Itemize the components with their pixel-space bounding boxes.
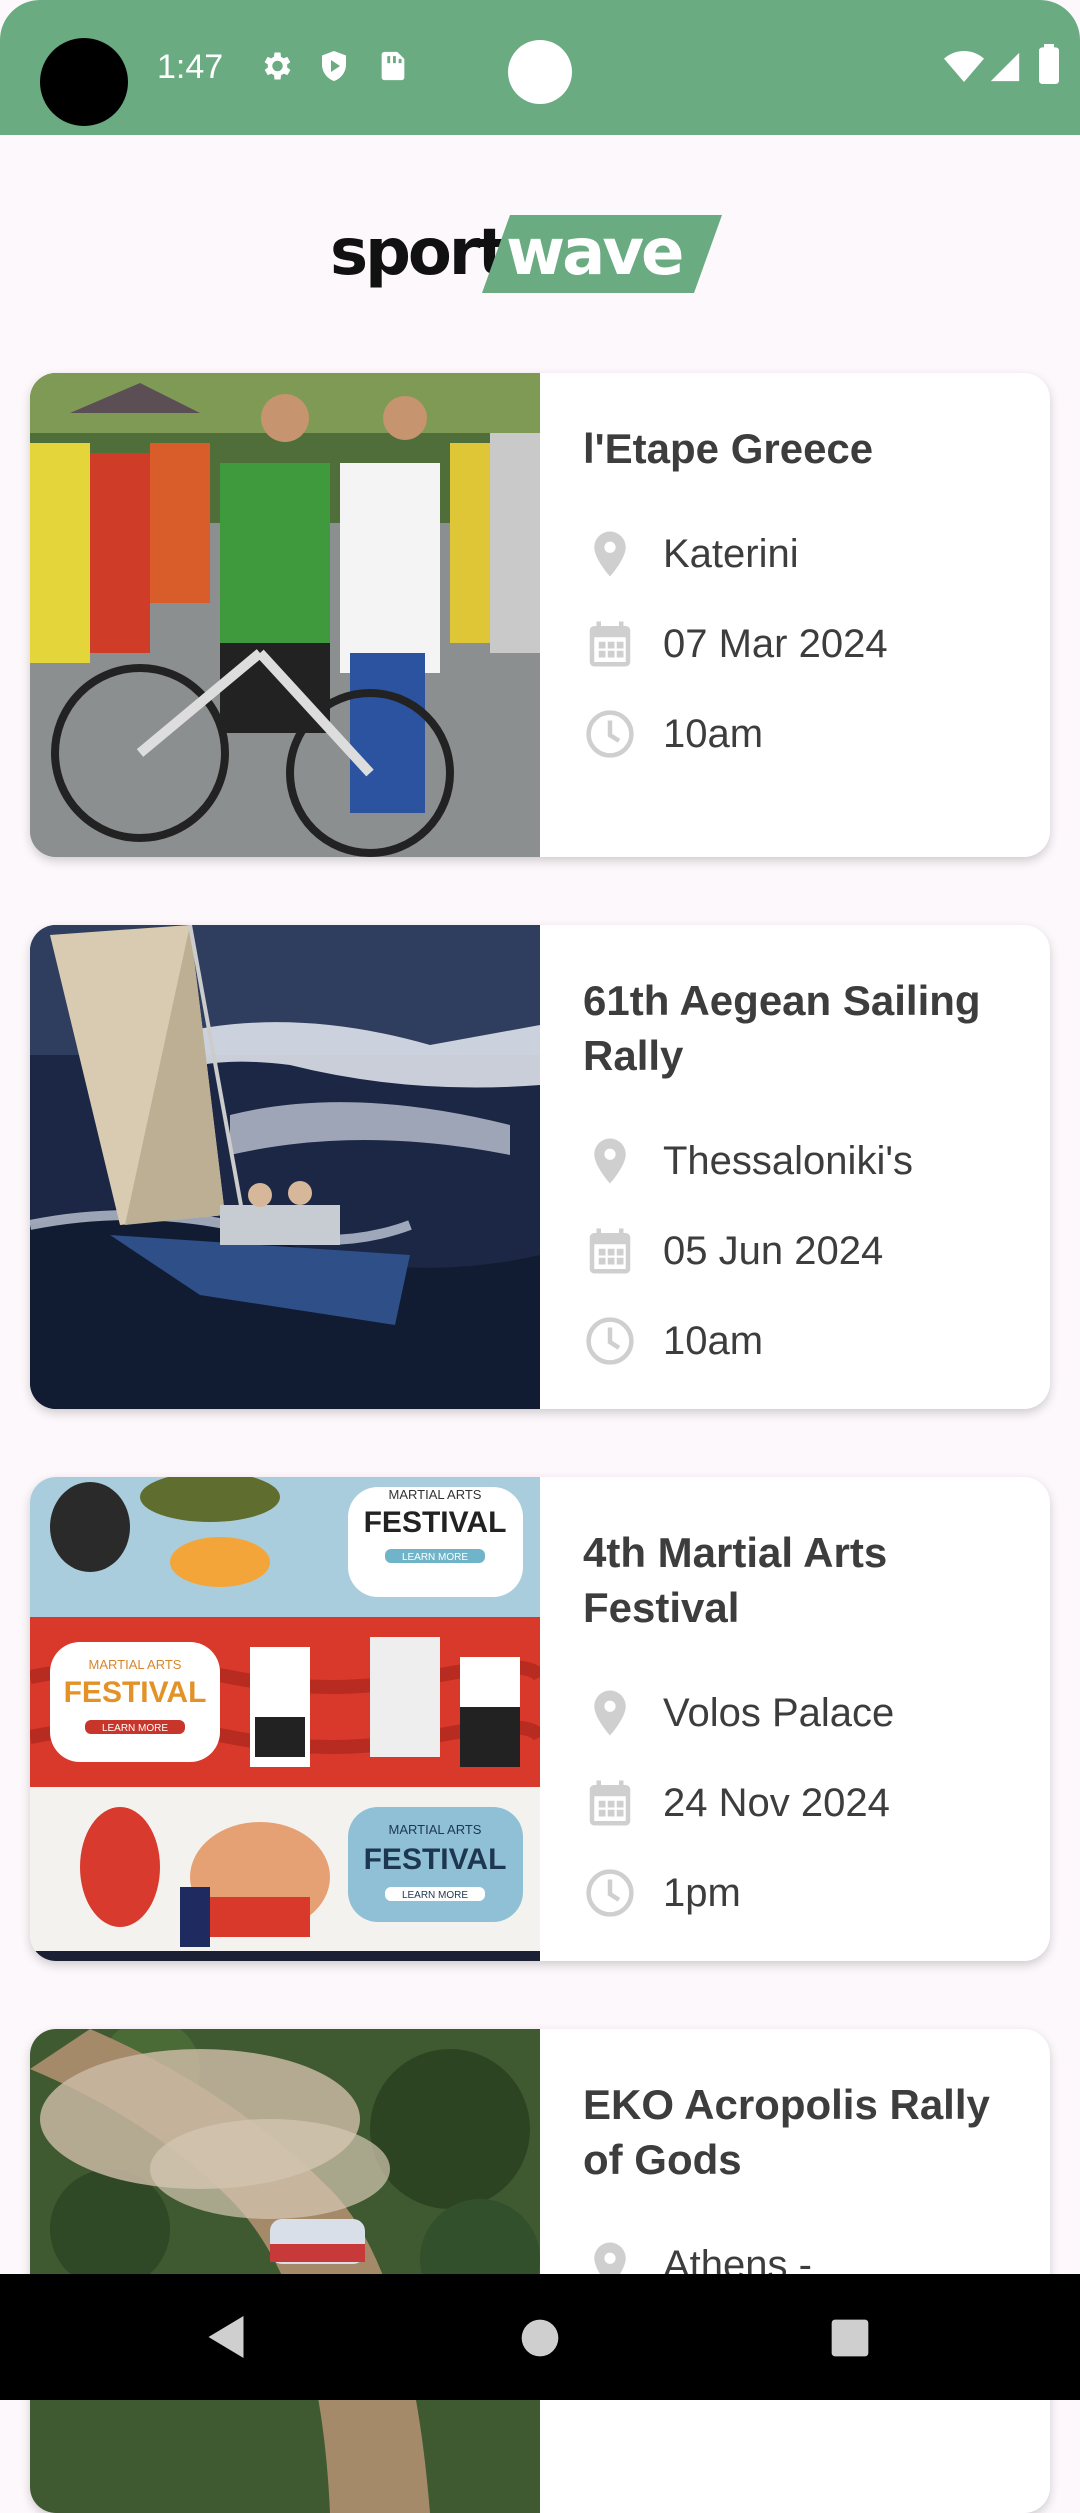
event-title: l'Etape Greece: [583, 425, 874, 472]
festival-label: MARTIAL ARTS: [389, 1822, 482, 1837]
wifi-icon: [944, 51, 984, 82]
event-location: Thessaloniki's: [663, 1138, 913, 1183]
event-location-row: Thessaloniki's: [583, 1116, 1023, 1206]
event-location-row: Katerini: [583, 509, 1023, 599]
clock-icon: [586, 710, 634, 758]
gear-icon: [264, 52, 291, 80]
event-date-row: 24 Nov 2024: [583, 1758, 1023, 1848]
event-date-row: 07 Mar 2024: [583, 599, 1023, 689]
navigation-bar: [0, 2274, 1080, 2400]
logo-text-sport: sport: [330, 216, 508, 290]
festival-button-text: LEARN MORE: [102, 1723, 168, 1734]
calendar-icon: [589, 1228, 631, 1274]
clock-icon: [586, 1869, 634, 1917]
event-date-row: 05 Jun 2024: [583, 1206, 1023, 1296]
status-bar: 1:47: [0, 0, 1080, 135]
calendar-icon: [589, 1780, 631, 1826]
shield-icon: [322, 51, 346, 81]
status-time: 1:47: [157, 48, 224, 86]
event-date: 24 Nov 2024: [663, 1780, 890, 1825]
app-logo: sport wave: [330, 212, 740, 302]
event-time: 10am: [663, 1318, 764, 1363]
event-location-row: Volos Palace: [583, 1668, 1023, 1758]
location-pin-icon: [594, 1138, 626, 1184]
event-card[interactable]: 61th Aegean Sailing Rally Thessaloniki's…: [30, 925, 1050, 1409]
festival-button-text: LEARN MORE: [402, 1890, 468, 1901]
event-title: 4th Martial Arts Festival: [583, 1529, 888, 1631]
festival-button-text: LEARN MORE: [402, 1552, 468, 1563]
status-dot: [508, 40, 572, 104]
event-location: Katerini: [663, 531, 799, 576]
event-image-rally: [30, 2029, 540, 2513]
home-icon[interactable]: [520, 2318, 560, 2358]
recents-icon[interactable]: [830, 2318, 870, 2358]
event-image-cycling: [30, 373, 540, 857]
battery-icon: [1039, 44, 1059, 84]
event-card[interactable]: MARTIAL ARTS FESTIVAL LEARN MORE MARTIAL…: [30, 1477, 1050, 1961]
festival-title: FESTIVAL: [364, 1506, 507, 1539]
logo-text-wave: wave: [506, 216, 684, 290]
signal-icon: [990, 52, 1020, 82]
festival-label: MARTIAL ARTS: [389, 1487, 482, 1502]
location-pin-icon: [594, 531, 626, 577]
festival-title: FESTIVAL: [364, 1843, 507, 1876]
event-card[interactable]: EKO Acropolis Rally of Gods Athens -: [30, 2029, 1050, 2513]
clock-icon: [586, 1317, 634, 1365]
event-title: EKO Acropolis Rally of Gods: [583, 2081, 990, 2183]
event-time-row: 1pm: [583, 1848, 1023, 1938]
event-info: l'Etape Greece Katerini 07 Mar 2024 10am: [583, 421, 1023, 779]
festival-label: MARTIAL ARTS: [89, 1657, 182, 1672]
event-info: 4th Martial Arts Festival Volos Palace 2…: [583, 1525, 1023, 1938]
location-pin-icon: [594, 1690, 626, 1736]
event-time: 1pm: [663, 1870, 741, 1915]
event-info: 61th Aegean Sailing Rally Thessaloniki's…: [583, 973, 1023, 1386]
event-time-row: 10am: [583, 689, 1023, 779]
back-icon[interactable]: [205, 2314, 247, 2360]
festival-title: FESTIVAL: [64, 1676, 207, 1709]
event-time-row: 10am: [583, 1296, 1023, 1386]
event-date: 05 Jun 2024: [663, 1228, 884, 1273]
calendar-icon: [589, 621, 631, 667]
event-title: 61th Aegean Sailing Rally: [583, 977, 981, 1079]
event-image-martial-arts: MARTIAL ARTS FESTIVAL LEARN MORE MARTIAL…: [30, 1477, 540, 1961]
event-card[interactable]: l'Etape Greece Katerini 07 Mar 2024 10am: [30, 373, 1050, 857]
camera-cutout: [40, 38, 128, 126]
event-location: Volos Palace: [663, 1690, 895, 1735]
event-date: 07 Mar 2024: [663, 621, 888, 666]
event-image-sailing: [30, 925, 540, 1409]
sim-card-icon: [381, 51, 405, 81]
event-time: 10am: [663, 711, 764, 756]
